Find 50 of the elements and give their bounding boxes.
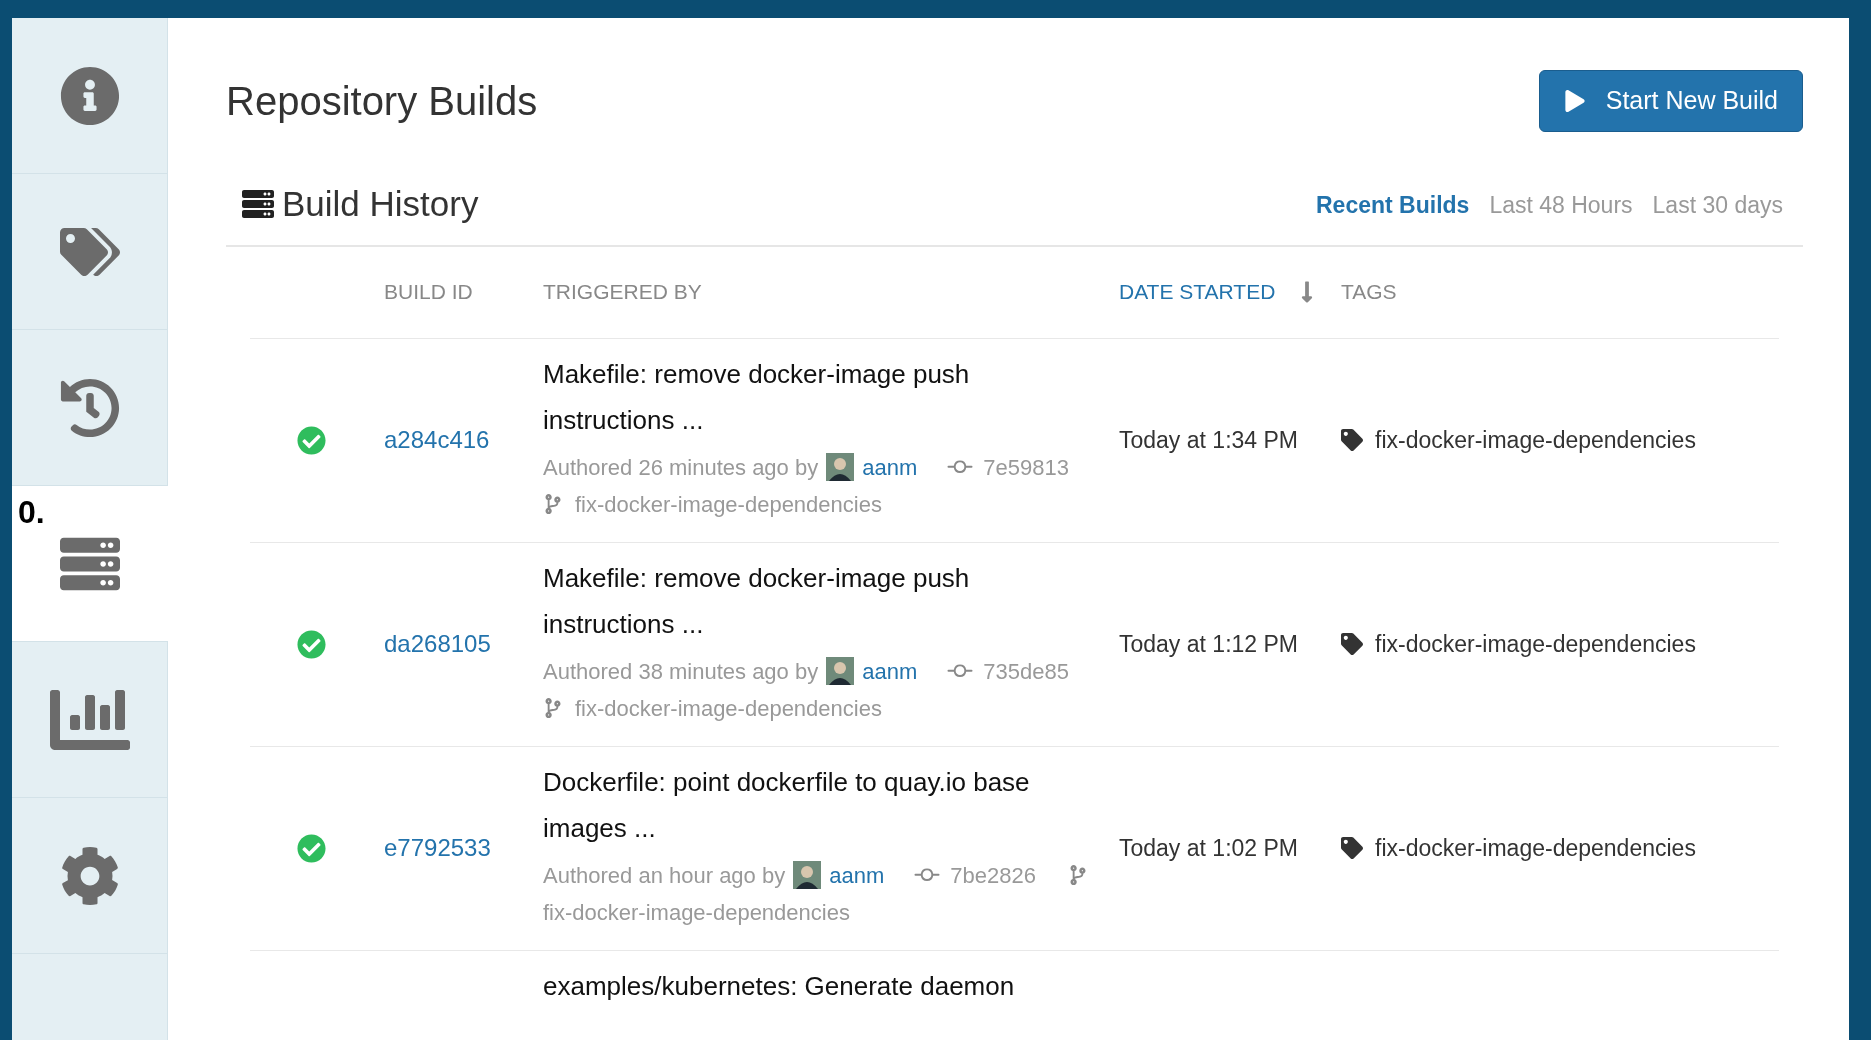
author-link[interactable]: aanm xyxy=(862,652,918,690)
filter-link[interactable]: Recent Builds xyxy=(1316,188,1470,223)
tag-label: fix-docker-image-dependencies xyxy=(1375,629,1696,659)
avatar-icon xyxy=(793,861,822,889)
commit-message[interactable]: examples/kubernetes: Generate daemon xyxy=(543,962,1119,1009)
page-title: Repository Builds xyxy=(226,78,538,125)
tab-label: 0. xyxy=(18,493,45,532)
build-id-link[interactable]: da268105 xyxy=(384,630,491,657)
server-stack-icon xyxy=(242,188,274,221)
branch-icon xyxy=(543,494,563,514)
section-title: Build History xyxy=(282,183,479,225)
branch-name: fix-docker-image-dependencies xyxy=(575,694,882,723)
commit-message[interactable]: Dockerfile: point dockerfile to quay.io base images ... xyxy=(543,758,1119,851)
authored-text: Authored 38 minutes ago by xyxy=(543,657,819,686)
tag-icon xyxy=(1341,633,1363,655)
build-id-link[interactable]: e7792533 xyxy=(384,834,491,861)
sidebar-tab[interactable]: 0. xyxy=(12,486,168,642)
branch-name: fix-docker-image-dependencies xyxy=(543,898,850,927)
branch-name: fix-docker-image-dependencies xyxy=(575,490,882,519)
history-icon xyxy=(59,377,120,438)
avatar-icon xyxy=(826,453,855,481)
avatar-icon xyxy=(826,657,855,685)
authored-text: Authored an hour ago by xyxy=(543,861,786,890)
tag-icon xyxy=(1341,837,1363,859)
tag-icon xyxy=(1341,429,1363,451)
filter-link[interactable]: Last 48 Hours xyxy=(1489,188,1633,223)
date-started: Today at 1:12 PM xyxy=(1119,630,1298,657)
play-icon xyxy=(1563,90,1586,112)
commit-message[interactable]: Makefile: remove docker-image push instructions ... xyxy=(543,350,1119,443)
filter-link[interactable]: Last 30 days xyxy=(1652,188,1783,223)
settings-icon xyxy=(59,845,120,906)
info-icon xyxy=(59,65,120,126)
commit-sha: 7e59813 xyxy=(983,453,1069,482)
date-started: Today at 1:34 PM xyxy=(1119,426,1298,453)
branch-icon xyxy=(543,698,563,718)
build-id-link[interactable]: a284c416 xyxy=(384,426,490,453)
column-header[interactable]: TAGS xyxy=(1341,276,1397,308)
commit-sha: 735de85 xyxy=(983,657,1069,686)
commit-message[interactable]: Makefile: remove docker-image push instructions ... xyxy=(543,554,1119,647)
column-header[interactable]: BUILD ID xyxy=(384,276,473,308)
start-build-button[interactable]: Start New Build xyxy=(1538,70,1803,132)
date-started: Today at 1:02 PM xyxy=(1119,834,1298,861)
author-link[interactable]: aanm xyxy=(862,448,918,486)
column-header[interactable]: DATE STARTED xyxy=(1119,276,1276,308)
author-link[interactable]: aanm xyxy=(829,856,885,894)
tag-label: fix-docker-image-dependencies xyxy=(1375,833,1696,863)
tag-label: fix-docker-image-dependencies xyxy=(1375,425,1696,455)
authored-text: Authored 26 minutes ago by xyxy=(543,453,819,482)
commit-sha: 7be2826 xyxy=(950,861,1036,890)
column-header[interactable]: TRIGGERED BY xyxy=(543,276,702,308)
